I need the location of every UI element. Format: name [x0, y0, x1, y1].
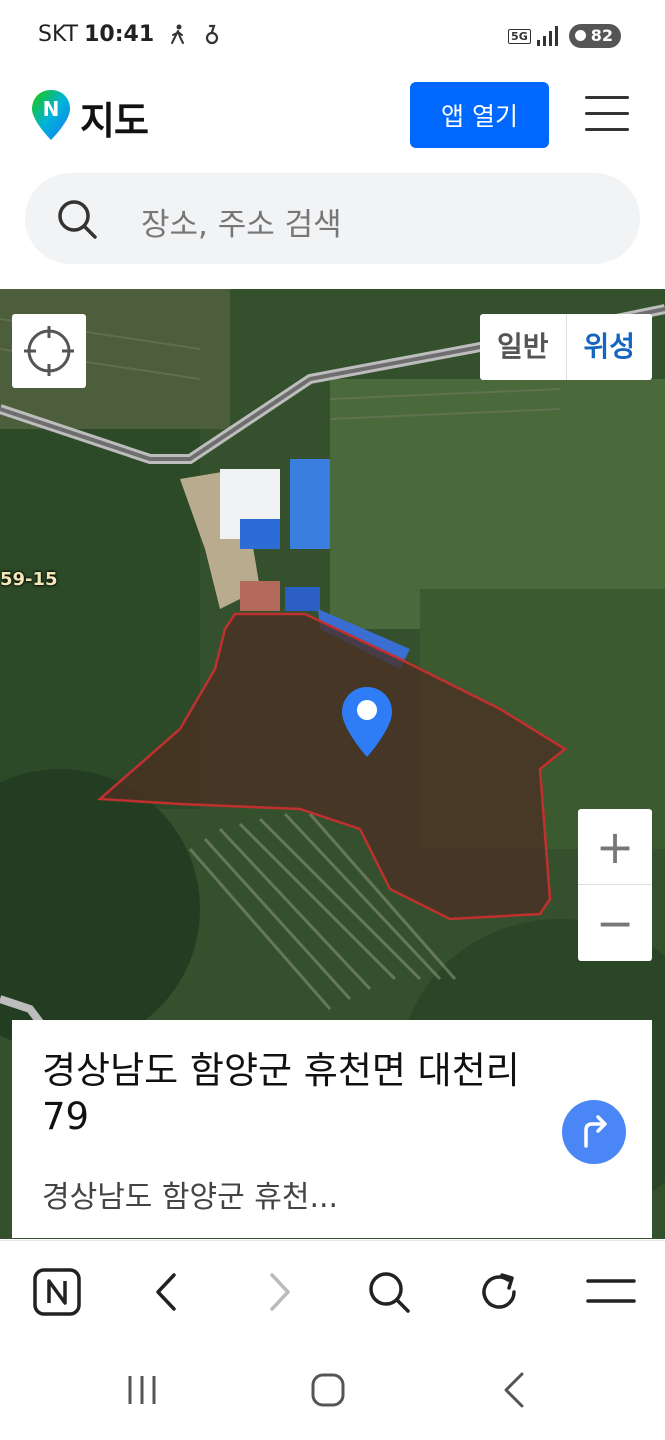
search-icon	[58, 200, 97, 239]
forward-icon[interactable]	[252, 1265, 306, 1319]
app-header: N 지도 앱 열기	[0, 72, 665, 162]
map-type-normal-button[interactable]: 일반	[480, 314, 567, 380]
zoom-out-button[interactable]: −	[578, 885, 652, 961]
map-scale-bar: 20m	[472, 1196, 638, 1222]
current-location-button[interactable]	[12, 314, 86, 388]
naver-home-icon[interactable]	[30, 1265, 84, 1319]
search-icon[interactable]	[362, 1265, 416, 1319]
map-attribution: NAVER 국토지리정보원	[16, 1207, 201, 1227]
app-title: 지도	[80, 99, 149, 143]
location-pin-icon[interactable]	[340, 685, 394, 759]
map-type-satellite-button[interactable]: 위성	[567, 314, 653, 380]
carrier-label: SKT	[38, 22, 79, 47]
walking-icon	[171, 24, 185, 44]
battery-icon: 82	[568, 24, 621, 48]
zoom-controls: + −	[578, 809, 652, 961]
browser-toolbar	[0, 1240, 665, 1340]
directions-button[interactable]	[562, 1100, 626, 1164]
search-bar[interactable]: 장소, 주소 검색	[25, 173, 640, 264]
search-input[interactable]: 장소, 주소 검색	[141, 199, 342, 244]
clock: 10:41	[84, 22, 155, 47]
status-left: SKT 10:41	[38, 22, 222, 47]
refresh-icon[interactable]	[472, 1265, 526, 1319]
menu-icon[interactable]	[584, 1265, 638, 1319]
map-type-toggle: 일반 위성	[480, 314, 652, 380]
network-type: 5G	[508, 28, 531, 44]
status-bar: SKT 10:41 5G 82	[0, 0, 665, 72]
crosshair-icon	[24, 326, 74, 376]
road-number-label: 59-15	[0, 569, 58, 590]
back-icon[interactable]	[494, 1368, 538, 1412]
back-icon[interactable]	[140, 1265, 194, 1319]
activity-icon	[206, 24, 219, 44]
home-icon[interactable]	[306, 1368, 350, 1412]
system-nav-bar	[0, 1340, 665, 1440]
zoom-in-button[interactable]: +	[578, 809, 652, 885]
turn-right-arrow-icon	[584, 1115, 607, 1148]
naver-map-logo-icon[interactable]: N	[30, 88, 72, 142]
recent-apps-icon[interactable]	[120, 1368, 164, 1412]
open-app-button[interactable]: 앱 열기	[410, 82, 549, 148]
place-title: 경상남도 함양군 휴천면 대천리 79	[42, 1049, 520, 1138]
signal-icon	[536, 26, 558, 46]
hamburger-menu-icon[interactable]	[585, 96, 629, 134]
svg-text:N: N	[43, 97, 60, 121]
status-right: 5G 82	[508, 24, 621, 48]
scale-line	[472, 1212, 638, 1220]
